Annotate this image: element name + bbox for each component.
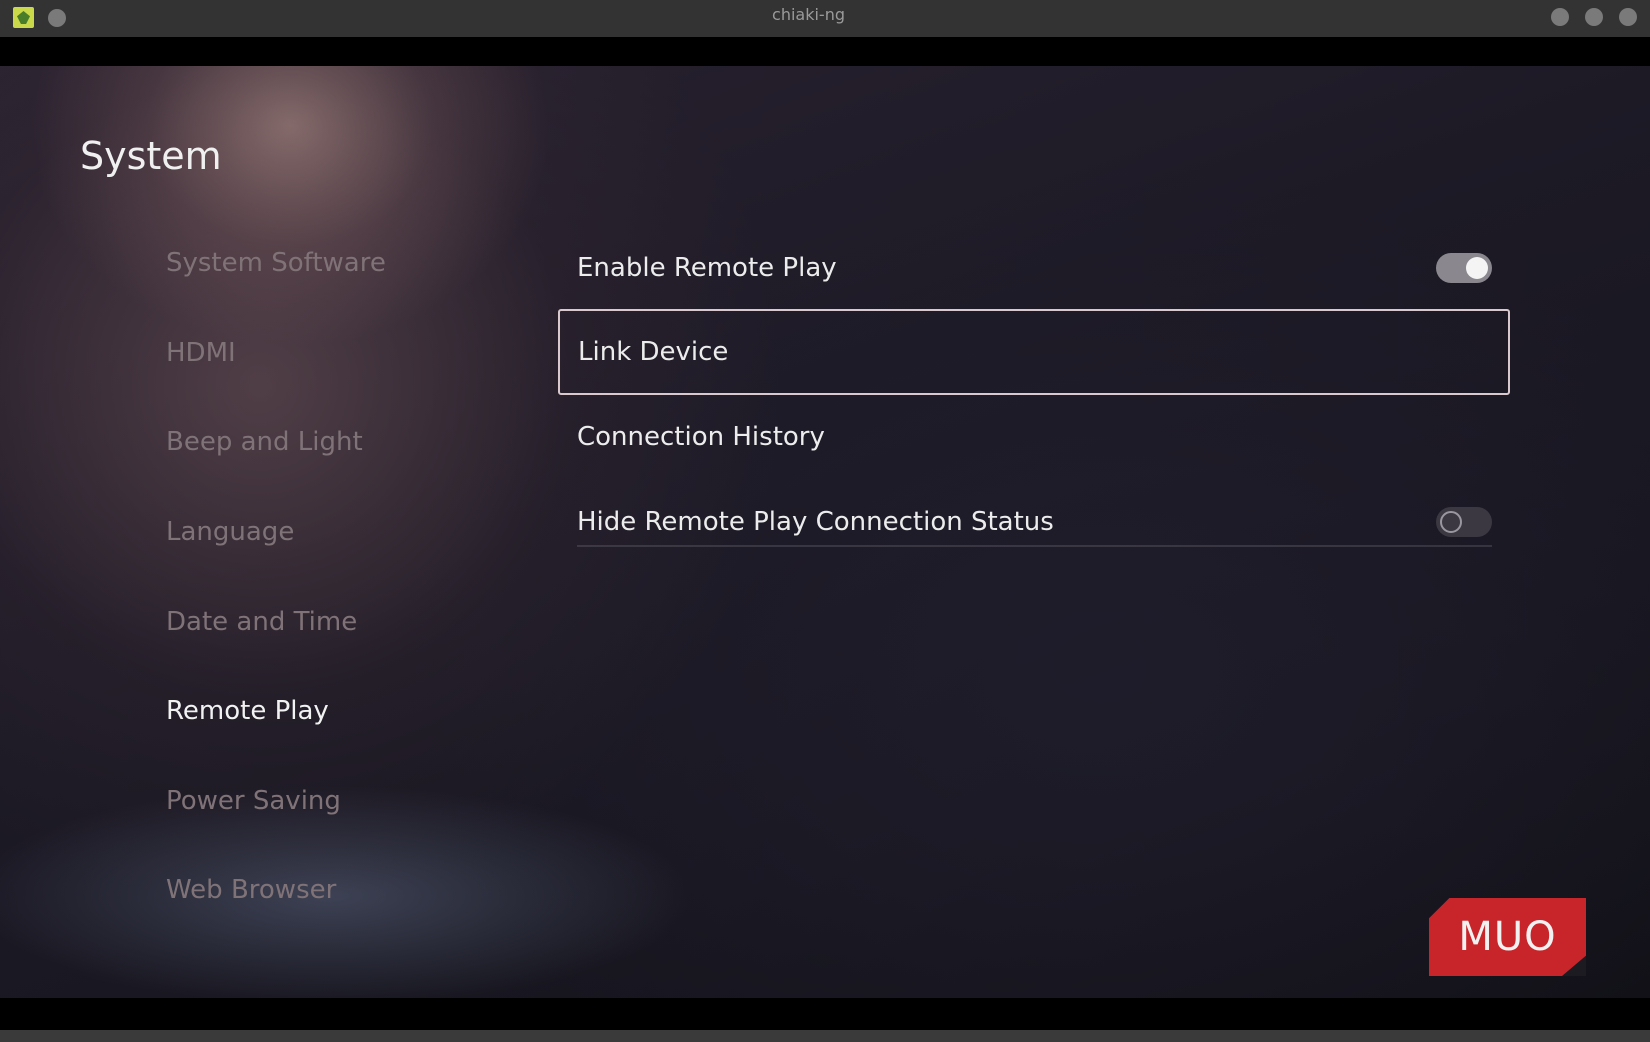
minimize-button[interactable] xyxy=(1551,8,1569,26)
stream-view[interactable]: System System Software HDMI Beep and Lig… xyxy=(0,66,1650,998)
setting-hide-connection-status[interactable]: Hide Remote Play Connection Status xyxy=(558,479,1510,565)
hide-connection-status-toggle[interactable] xyxy=(1436,507,1492,537)
muo-watermark-logo: MUO xyxy=(1429,898,1586,976)
toggle-knob xyxy=(1440,511,1462,533)
setting-link-device[interactable]: Link Device xyxy=(558,309,1510,395)
app-window: chiaki-ng System System Software HDMI Be… xyxy=(0,0,1650,1042)
setting-label: Enable Remote Play xyxy=(577,253,837,283)
setting-label: Connection History xyxy=(577,422,825,452)
menu-item-web-browser[interactable]: Web Browser xyxy=(166,875,336,905)
menu-item-power-saving[interactable]: Power Saving xyxy=(166,786,341,816)
setting-enable-remote-play[interactable]: Enable Remote Play xyxy=(558,225,1510,311)
menu-item-language[interactable]: Language xyxy=(166,517,294,547)
menu-item-date-and-time[interactable]: Date and Time xyxy=(166,607,357,637)
page-title: System xyxy=(80,134,222,178)
title-bar: chiaki-ng xyxy=(0,0,1650,37)
enable-remote-play-toggle[interactable] xyxy=(1436,253,1492,283)
menu-item-remote-play[interactable]: Remote Play xyxy=(166,696,329,726)
setting-connection-history[interactable]: Connection History xyxy=(558,394,1510,480)
bottom-bar xyxy=(0,1030,1650,1042)
menu-item-beep-and-light[interactable]: Beep and Light xyxy=(166,427,363,457)
toggle-knob xyxy=(1466,257,1488,279)
watermark-text: MUO xyxy=(1458,914,1557,960)
window-title: chiaki-ng xyxy=(772,5,845,24)
close-button[interactable] xyxy=(1619,8,1637,26)
menu-item-system-software[interactable]: System Software xyxy=(166,248,386,278)
setting-label: Hide Remote Play Connection Status xyxy=(577,507,1054,537)
maximize-button[interactable] xyxy=(1585,8,1603,26)
setting-label: Link Device xyxy=(578,337,729,367)
menu-item-hdmi[interactable]: HDMI xyxy=(166,338,236,368)
